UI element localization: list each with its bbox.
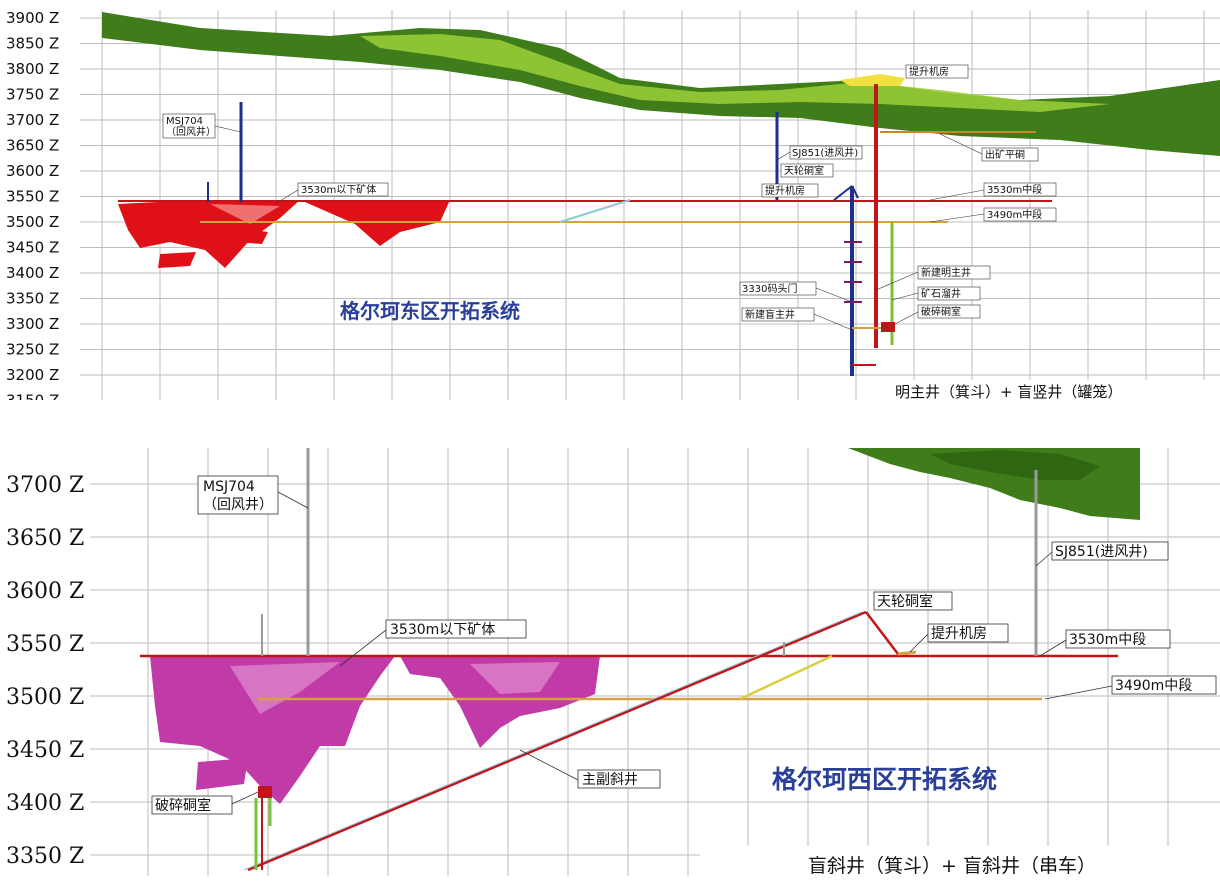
label-orebody: 3530m以下矿体 bbox=[301, 183, 376, 196]
label-msj704: MSJ704 bbox=[166, 116, 203, 127]
west-section-svg: 3700 Z 3650 Z 3600 Z 3550 Z 3500 Z 3450 Z 3400… bbox=[6, 448, 1220, 884]
label-msj704-west-sub: （回风井） bbox=[203, 497, 273, 513]
east-section-caption: 明主井（箕斗）+ 盲竖井（罐笼） bbox=[895, 383, 1122, 400]
axis-tick-label: 3800 Z bbox=[6, 60, 59, 78]
label-msj704-sub: （回风井） bbox=[166, 125, 216, 138]
label-ore-pass: 矿石溜井 bbox=[921, 287, 961, 300]
east-elevation-axis: 3900 Z 3850 Z 3800 Z 3750 Z 3700 Z 3650 Z 3600… bbox=[6, 9, 59, 410]
axis-tick-label: 3400 Z bbox=[6, 264, 59, 282]
axis-tick-label: 3150 Z bbox=[6, 392, 59, 401]
east-section-svg: 3900 Z 3850 Z 3800 Z 3750 Z 3700 Z 3650 Z 3600… bbox=[6, 9, 1220, 410]
axis-tick-label: 3650 Z bbox=[6, 137, 59, 155]
west-section-title: 格尔珂西区开拓系统 bbox=[772, 765, 997, 794]
label-sheave-room-west: 天轮硐室 bbox=[877, 593, 933, 610]
west-connector bbox=[739, 654, 833, 701]
axis-tick-label: 3200 Z bbox=[6, 366, 59, 384]
axis-tick-label: 3700 Z bbox=[6, 473, 84, 498]
west-section-panel: 3700 Z 3650 Z 3600 Z 3550 Z 3500 Z 3450 Z 3400… bbox=[0, 446, 1220, 884]
label-sj851: SJ851(进风井) bbox=[792, 146, 858, 159]
label-level-3490-west: 3490m中段 bbox=[1115, 678, 1192, 694]
axis-tick-label: 3550 Z bbox=[6, 632, 84, 657]
axis-tick-label: 3450 Z bbox=[6, 239, 59, 257]
axis-tick-label: 3350 Z bbox=[6, 290, 59, 308]
axis-tick-label: 3300 Z bbox=[6, 315, 59, 333]
label-sheave-room: 天轮硐室 bbox=[784, 164, 824, 177]
west-elevation-axis: 3700 Z 3650 Z 3600 Z 3550 Z 3500 Z 3450 Z 3400… bbox=[6, 473, 84, 869]
label-crusher-room-west: 破碎硐室 bbox=[155, 797, 211, 814]
axis-tick-label: 3500 Z bbox=[6, 213, 59, 231]
label-adit: 出矿平硐 bbox=[985, 148, 1025, 161]
axis-tick-label: 3550 Z bbox=[6, 188, 59, 206]
label-msj704-west: MSJ704 bbox=[203, 479, 255, 495]
west-section-caption: 盲斜井（箕斗）+ 盲斜井（串车） bbox=[808, 855, 1096, 877]
label-sj851-west: SJ851(进风井) bbox=[1055, 544, 1148, 560]
east-terrain bbox=[102, 12, 1220, 156]
axis-tick-label: 3500 Z bbox=[6, 685, 84, 710]
axis-tick-label: 3600 Z bbox=[6, 162, 59, 180]
axis-tick-label: 3250 Z bbox=[6, 341, 59, 359]
axis-tick-label: 3450 Z bbox=[6, 738, 84, 763]
label-level-3530-west: 3530m中段 bbox=[1069, 632, 1146, 648]
label-new-blind-shaft: 新建盲主井 bbox=[745, 308, 795, 321]
axis-tick-label: 3700 Z bbox=[6, 111, 59, 129]
west-labels: MSJ704 （回风井） SJ851(进风井) 天轮硐室 提升机房 3530m以… bbox=[151, 475, 1217, 815]
axis-tick-label: 3900 Z bbox=[6, 9, 59, 27]
label-level-3490: 3490m中段 bbox=[987, 208, 1042, 221]
axis-tick-label: 3650 Z bbox=[6, 526, 84, 551]
east-connector bbox=[559, 199, 631, 223]
crusher-room-marker bbox=[881, 322, 895, 332]
east-section-title: 格尔珂东区开拓系统 bbox=[340, 299, 520, 323]
label-level-3530: 3530m中段 bbox=[987, 183, 1042, 196]
west-crusher-assembly bbox=[254, 786, 272, 870]
axis-tick-label: 3850 Z bbox=[6, 35, 59, 53]
west-orebody bbox=[150, 656, 600, 804]
east-section-panel: 3900 Z 3850 Z 3800 Z 3750 Z 3700 Z 3650 Z 3600… bbox=[0, 0, 1220, 410]
label-hoist-house: 提升机房 bbox=[765, 184, 805, 197]
axis-tick-label: 3400 Z bbox=[6, 791, 84, 816]
axis-tick-label: 3750 Z bbox=[6, 86, 59, 104]
label-hoist-house-west: 提升机房 bbox=[931, 626, 987, 642]
label-hoist-house-top: 提升机房 bbox=[909, 65, 949, 78]
label-new-main-shaft: 新建明主井 bbox=[921, 266, 971, 279]
hoist-house-top-marker bbox=[840, 74, 905, 86]
label-main-incline: 主副斜井 bbox=[582, 772, 638, 788]
east-orebody bbox=[118, 200, 450, 268]
axis-tick-label: 3600 Z bbox=[6, 579, 84, 604]
axis-tick-label: 3350 Z bbox=[6, 844, 84, 869]
label-portal-3330: 3330码头门 bbox=[742, 282, 797, 295]
label-crusher-room: 破碎硐室 bbox=[921, 305, 961, 318]
label-orebody-west: 3530m以下矿体 bbox=[390, 622, 495, 638]
